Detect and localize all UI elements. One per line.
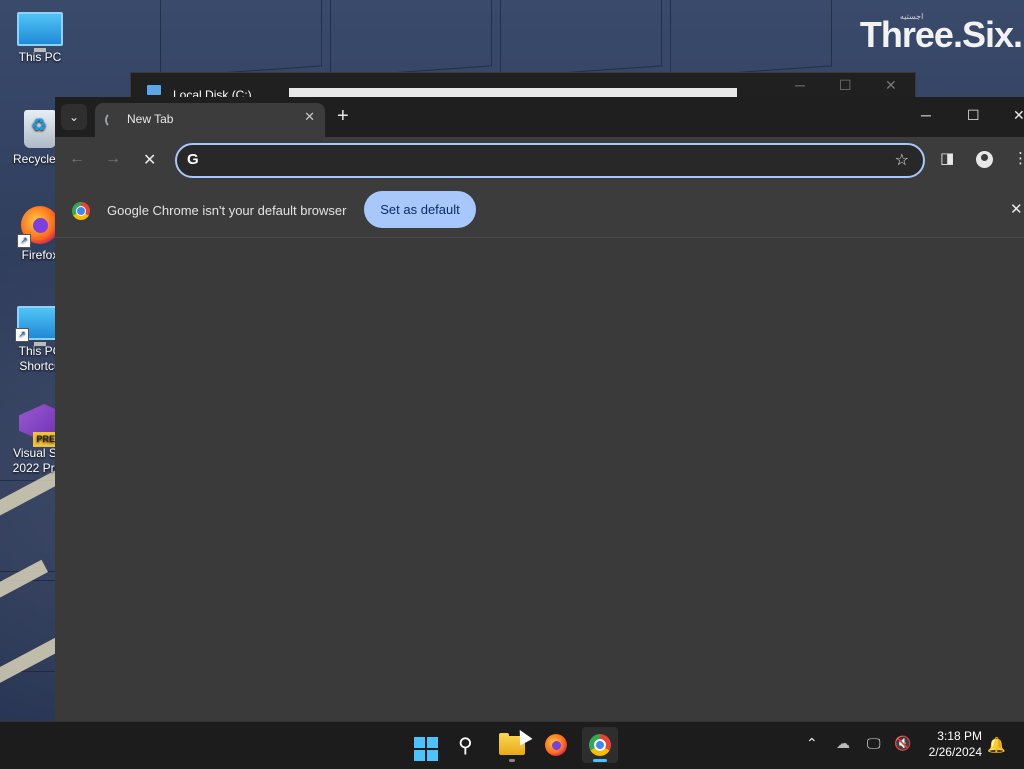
taskbar-search-button[interactable]: ⚲: [450, 727, 486, 763]
chrome-icon: [589, 734, 611, 756]
menu-icon[interactable]: ⋮: [1013, 149, 1024, 167]
infobar-message: Google Chrome isn't your default browser: [107, 203, 347, 218]
show-hidden-icons-chevron-icon[interactable]: ⌃: [806, 735, 818, 752]
drive-icon: [147, 85, 161, 95]
clock-time: 3:18 PM: [937, 729, 982, 743]
forward-button[interactable]: →: [105, 150, 121, 168]
loading-spinner-icon: [105, 112, 121, 128]
taskbar: ⚲ ⌃ ☁ 🖵 🔇 3:18 PM 2/26/2024 🔔: [0, 721, 1024, 769]
clock-date: 2/26/2024: [928, 745, 982, 759]
explorer-maximize-button[interactable]: ☐: [839, 77, 852, 94]
set-as-default-button[interactable]: Set as default: [364, 191, 476, 228]
start-button[interactable]: [404, 727, 440, 763]
windows-logo-icon: [414, 737, 438, 761]
recycle-bin-icon: ♻: [24, 110, 56, 148]
watermark-subtext: اجستيه: [899, 12, 924, 21]
notification-bell-icon[interactable]: 🔔: [987, 736, 1006, 754]
explorer-minimize-button[interactable]: ─: [795, 77, 805, 93]
close-window-button[interactable]: ✕: [1013, 107, 1024, 124]
default-browser-infobar: Google Chrome isn't your default browser…: [55, 183, 1024, 238]
volume-muted-icon[interactable]: 🔇: [894, 735, 911, 752]
wallpaper-tile: [160, 0, 322, 78]
active-indicator: [593, 759, 607, 762]
tab-new-tab[interactable]: New Tab ✕: [95, 103, 325, 137]
running-indicator: [509, 759, 515, 762]
onedrive-cloud-icon[interactable]: ☁: [836, 735, 850, 752]
tab-title: New Tab: [127, 112, 174, 126]
maximize-button[interactable]: ☐: [967, 107, 980, 124]
google-search-icon: G: [187, 151, 199, 168]
taskbar-firefox[interactable]: [538, 727, 574, 763]
minimize-button[interactable]: ─: [921, 107, 931, 123]
side-panel-icon[interactable]: ◨: [940, 149, 954, 167]
search-icon: ⚲: [458, 735, 473, 757]
watermark-logo: اجستيه Three.Six.: [859, 12, 1023, 56]
profile-avatar-icon[interactable]: [976, 151, 993, 168]
bookmark-star-icon[interactable]: ☆: [895, 150, 909, 170]
tab-strip: ⌄ New Tab ✕ + ─ ☐ ✕: [55, 97, 1024, 137]
system-clock[interactable]: 3:18 PM 2/26/2024: [929, 728, 982, 760]
infobar-close-button[interactable]: ✕: [1010, 200, 1024, 218]
shortcut-arrow-icon: ↗: [17, 234, 31, 248]
address-bar[interactable]: G ☆: [175, 143, 925, 178]
taskbar-chrome[interactable]: [582, 727, 618, 763]
page-content-area[interactable]: [55, 238, 1024, 721]
wallpaper-tile: [500, 0, 662, 78]
wallpaper-tile: [670, 0, 832, 78]
network-icon[interactable]: 🖵: [867, 735, 881, 752]
browser-toolbar: ← → ✕ G ☆ ◨ ⋮: [55, 137, 1024, 183]
back-button[interactable]: ←: [69, 150, 85, 168]
shortcut-arrow-icon: ↗: [15, 328, 29, 342]
chrome-logo-icon: [72, 202, 90, 220]
watermark-text: Three.Six.: [859, 14, 1023, 55]
desktop-icon-this-pc[interactable]: This PC: [0, 12, 80, 65]
firefox-icon: [545, 734, 567, 756]
desktop-icon-label: This PC: [18, 50, 62, 64]
explorer-close-button[interactable]: ✕: [885, 77, 897, 94]
new-tab-button[interactable]: +: [337, 105, 349, 127]
computer-icon: [17, 12, 63, 52]
omnibox-input[interactable]: [213, 149, 877, 173]
chrome-window: ⌄ New Tab ✕ + ─ ☐ ✕ ← → ✕ G ☆ ◨ ⋮ Google…: [55, 97, 1024, 721]
chevron-down-icon: ⌄: [68, 110, 80, 124]
tab-close-button[interactable]: ✕: [304, 109, 315, 125]
tab-search-button[interactable]: ⌄: [61, 104, 87, 130]
wallpaper-tile: [330, 0, 492, 78]
stop-loading-button[interactable]: ✕: [143, 150, 156, 170]
firefox-icon: ↗: [17, 206, 59, 248]
